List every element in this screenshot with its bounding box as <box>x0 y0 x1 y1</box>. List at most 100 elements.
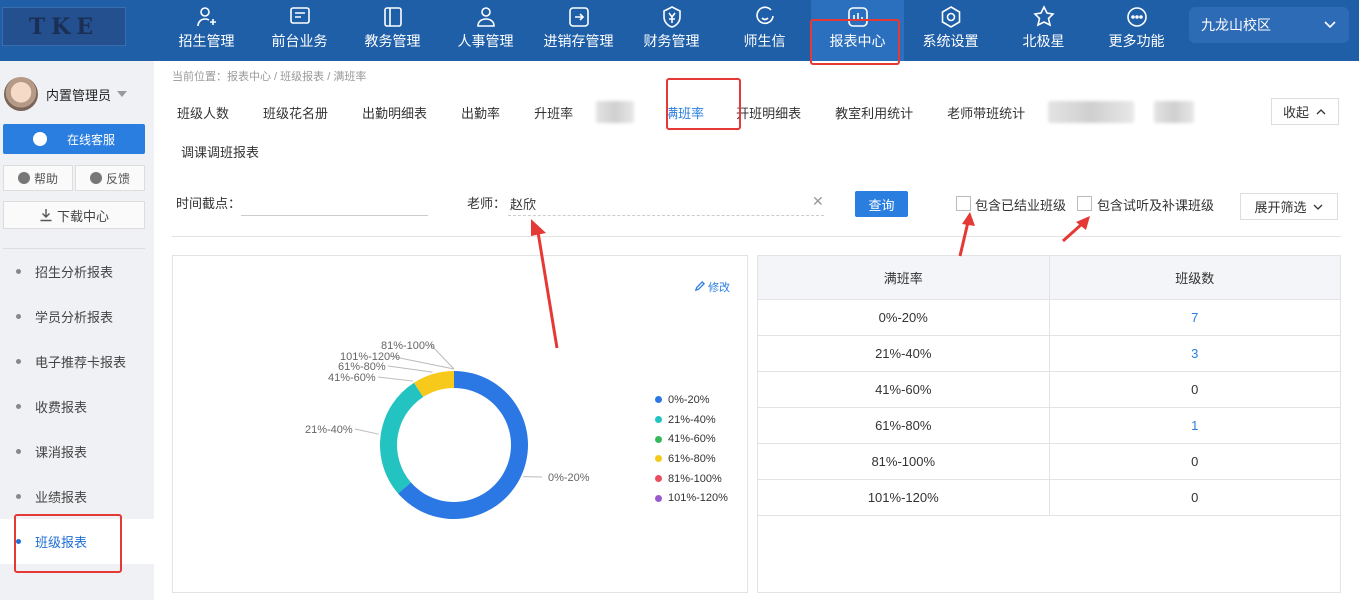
legend-swatch <box>655 435 662 443</box>
tab-attendance-detail[interactable]: 出勤明细表 <box>345 94 444 130</box>
nav-label: 招生管理 <box>178 33 235 49</box>
table-row: 81%-100% 0 <box>758 443 1340 480</box>
nav-item-hr[interactable]: 人事管理 <box>439 0 532 61</box>
table-panel: 满班率 班级数 0%-20% 7 21%-40% 3 41%-60% 0 61%-80… <box>757 255 1341 593</box>
rate-cell: 61%-80% <box>758 407 1050 444</box>
query-button[interactable]: 查询 <box>855 191 908 217</box>
bullet-icon <box>16 404 21 409</box>
nav-item-academic[interactable]: 教务管理 <box>346 0 439 61</box>
legend-swatch <box>655 455 662 463</box>
feedback-icon <box>89 172 102 184</box>
download-label: 下载中心 <box>56 208 109 224</box>
tab-promotion-rate[interactable]: 升班率 <box>517 94 590 130</box>
collapse-button[interactable]: 收起 <box>1271 98 1339 125</box>
sidebar-item-student-analysis[interactable]: 学员分析报表 <box>0 294 154 339</box>
blurred-tab[interactable] <box>1048 101 1135 123</box>
highlight-box-reports-nav <box>810 19 900 65</box>
sidebar-item-referral-card[interactable]: 电子推荐卡报表 <box>0 339 154 384</box>
sidebar-item-enrollment-analysis[interactable]: 招生分析报表 <box>0 249 154 294</box>
expand-filter-button[interactable]: 展开筛选 <box>1240 193 1338 220</box>
legend-item[interactable]: 41%-60% <box>655 429 728 449</box>
filter-divider <box>172 236 1341 237</box>
monitor-icon <box>289 7 310 24</box>
feedback-label: 反馈 <box>105 171 130 186</box>
count-cell-link[interactable]: 1 <box>1049 407 1340 444</box>
legend-item[interactable]: 61%-80% <box>655 449 728 469</box>
count-cell-link[interactable]: 3 <box>1049 335 1340 372</box>
highlight-box-full-class-tab <box>666 78 741 130</box>
count-cell: 0 <box>1049 371 1340 408</box>
nav-item-messages[interactable]: 师生信 <box>718 0 811 61</box>
logo-text: TKE <box>28 13 100 40</box>
user-menu[interactable]: 内置管理员 <box>4 77 128 111</box>
chat-icon <box>755 6 774 25</box>
breadcrumb: 当前位置：报表中心 / 班级报表 / 满班率 <box>172 71 367 83</box>
legend-item[interactable]: 0%-20% <box>655 390 728 410</box>
teacher-input[interactable]: 赵欣 <box>508 190 824 216</box>
tab-attendance-rate[interactable]: 出勤率 <box>444 94 517 130</box>
nav-item-inventory[interactable]: 进销存管理 <box>532 0 625 61</box>
feedback-button[interactable]: 反馈 <box>75 165 145 191</box>
nav-label: 人事管理 <box>457 33 514 49</box>
campus-selector[interactable]: 九龙山校区 <box>1189 7 1349 43</box>
legend-item[interactable]: 81%-100% <box>655 469 728 489</box>
star-icon <box>1032 5 1055 27</box>
table-row: 41%-60% 0 <box>758 371 1340 408</box>
full-class-rate-table: 满班率 班级数 0%-20% 7 21%-40% 3 41%-60% 0 61%-80… <box>758 256 1340 516</box>
settings-icon <box>941 6 960 28</box>
caret-down-icon <box>117 91 128 97</box>
legend-item[interactable]: 21%-40% <box>655 410 728 430</box>
nav-item-enrollment[interactable]: 招生管理 <box>160 0 253 61</box>
chevron-down-icon <box>1313 204 1322 210</box>
nav-label: 师生信 <box>743 33 786 49</box>
count-cell-link[interactable]: 7 <box>1049 299 1340 336</box>
highlight-box-class-reports <box>14 514 122 573</box>
include-closed-checkbox[interactable] <box>956 196 971 211</box>
table-row: 101%-120% 0 <box>758 479 1340 516</box>
time-cutoff-input[interactable] <box>241 190 428 216</box>
person-icon <box>476 7 495 27</box>
legend-item[interactable]: 101%-120% <box>655 488 728 508</box>
help-button[interactable]: 帮助 <box>3 165 73 191</box>
tab-class-roster[interactable]: 班级花名册 <box>246 94 345 130</box>
tab-class-size[interactable]: 班级人数 <box>160 94 246 130</box>
teacher-label: 老师： <box>467 196 507 211</box>
legend-swatch <box>655 396 662 404</box>
sidebar-item-label: 学员分析报表 <box>35 310 114 325</box>
nav-item-settings[interactable]: 系统设置 <box>904 0 997 61</box>
legend-label: 21%-40% <box>668 413 716 426</box>
nav-item-more[interactable]: 更多功能 <box>1090 0 1183 61</box>
tab-reschedule-report[interactable]: 调课调班报表 <box>181 142 259 161</box>
report-tabs: 班级人数 班级花名册 出勤明细表 出勤率 升班率 满班率 开班明细表 教室利用统… <box>160 92 1350 132</box>
rate-cell: 81%-100% <box>758 443 1050 480</box>
blurred-tab[interactable] <box>1154 101 1195 123</box>
nav-item-polaris[interactable]: 北极星 <box>997 0 1090 61</box>
download-icon <box>40 209 52 222</box>
headset-icon <box>32 132 47 146</box>
nav-item-finance[interactable]: 财务管理 <box>625 0 718 61</box>
blurred-tab[interactable] <box>596 101 635 123</box>
nav-label: 前台业务 <box>271 33 328 49</box>
include-trial-checkbox[interactable] <box>1077 196 1092 211</box>
bullet-icon <box>16 359 21 364</box>
table-row: 61%-80% 1 <box>758 407 1340 444</box>
chevron-down-icon <box>1324 21 1336 29</box>
collapse-label: 收起 <box>1282 105 1309 120</box>
add-user-icon <box>196 7 216 27</box>
nav-item-frontdesk[interactable]: 前台业务 <box>253 0 346 61</box>
question-icon <box>17 172 30 184</box>
tab-classroom-utilization[interactable]: 教室利用统计 <box>818 94 930 130</box>
download-center-button[interactable]: 下载中心 <box>3 201 145 229</box>
sidebar-item-fees[interactable]: 收费报表 <box>0 384 154 429</box>
online-service-button[interactable]: 在线客服 <box>3 124 145 154</box>
clear-icon[interactable]: ✕ <box>812 193 824 210</box>
rate-cell: 21%-40% <box>758 335 1050 372</box>
count-cell: 0 <box>1049 479 1340 516</box>
sidebar-item-performance[interactable]: 业绩报表 <box>0 474 154 519</box>
bullet-icon <box>16 494 21 499</box>
tab-teacher-class-stats[interactable]: 老师带班统计 <box>930 94 1042 130</box>
rate-cell: 41%-60% <box>758 371 1050 408</box>
company-logo[interactable]: TKE <box>2 7 126 46</box>
edit-link[interactable]: 修改 <box>694 279 730 295</box>
sidebar-item-lesson-consumption[interactable]: 课消报表 <box>0 429 154 474</box>
